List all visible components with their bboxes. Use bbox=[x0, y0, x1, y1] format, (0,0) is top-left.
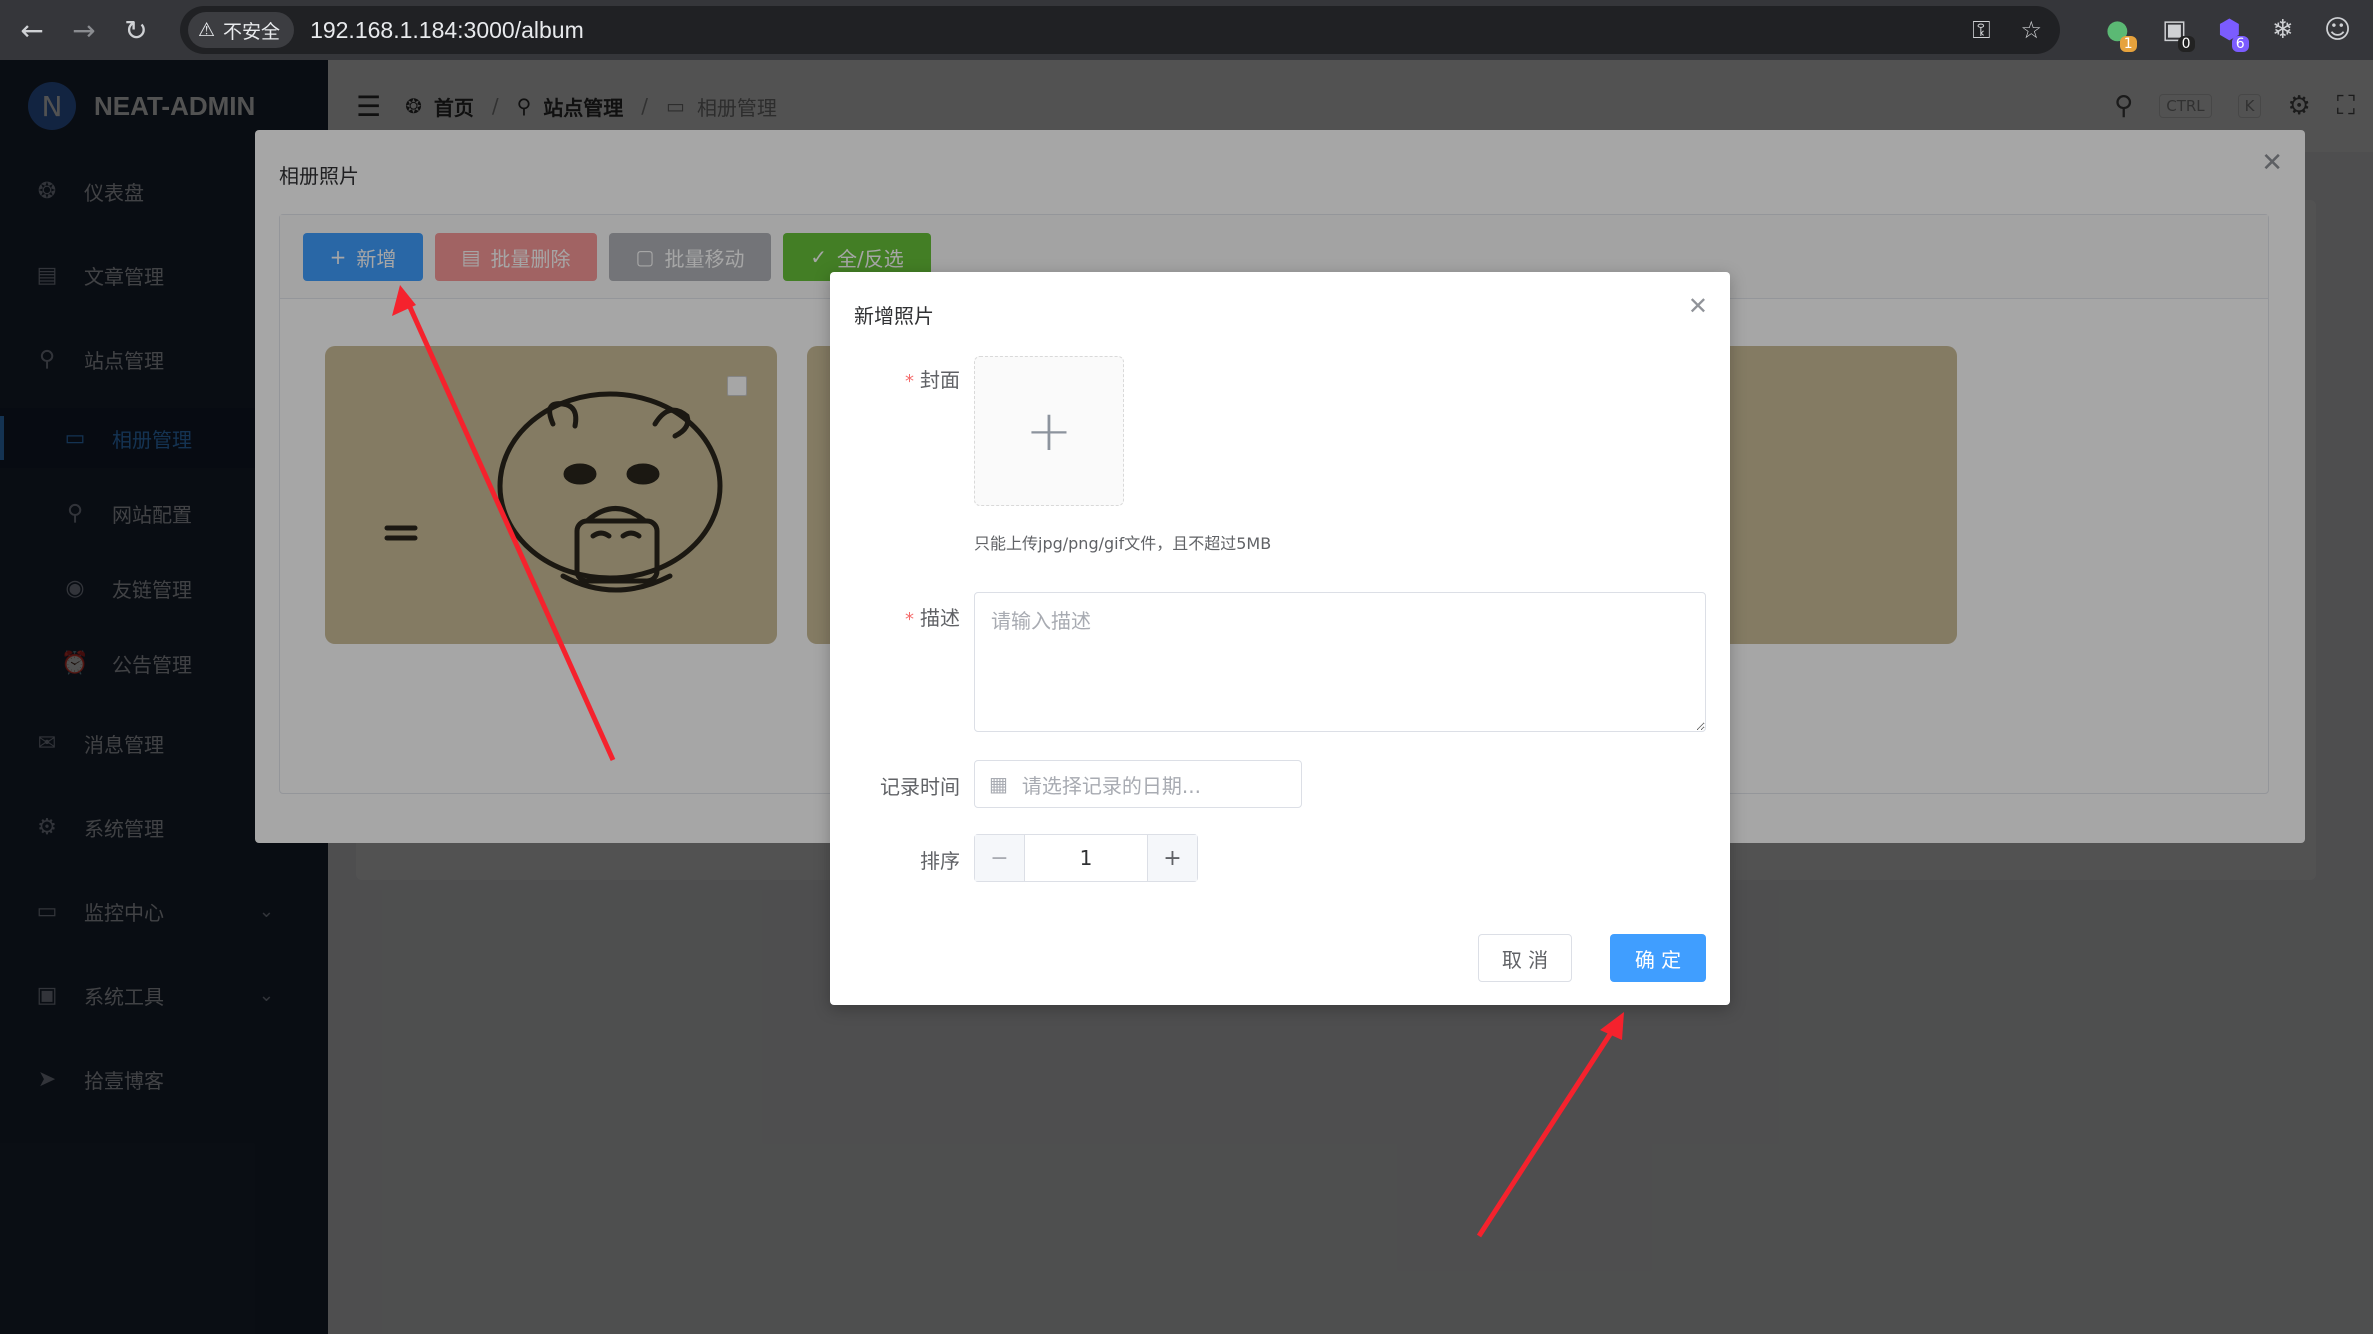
warning-icon: ⚠ bbox=[198, 19, 216, 41]
back-icon[interactable]: ← bbox=[12, 10, 52, 50]
extension-2-icon[interactable]: ▣ 0 bbox=[2162, 8, 2195, 52]
date-placeholder: 请选择记录的日期... bbox=[1021, 773, 1201, 798]
required-asterisk: * bbox=[905, 371, 914, 392]
description-label-text: 描述 bbox=[920, 606, 960, 630]
extension-badge: 1 bbox=[2119, 36, 2137, 52]
new-photo-dialog-title: 新增照片 bbox=[854, 304, 934, 328]
extension-3-icon[interactable]: ⬢ 6 bbox=[2218, 8, 2249, 52]
record-date-picker[interactable]: ▦ 请选择记录的日期... bbox=[974, 760, 1302, 808]
extension-4-icon[interactable]: ❄ bbox=[2272, 8, 2294, 52]
order-value[interactable]: 1 bbox=[1025, 846, 1147, 870]
address-bar[interactable]: ⚠ 不安全 192.168.1.184:3000/album ⚿ ☆ bbox=[180, 6, 2060, 54]
security-label: 不安全 bbox=[223, 20, 281, 43]
description-label: * 描述 bbox=[810, 602, 960, 631]
calendar-icon: ▦ bbox=[989, 772, 1008, 796]
reload-icon[interactable]: ↻ bbox=[116, 10, 156, 50]
bookmark-star-icon[interactable]: ☆ bbox=[2020, 16, 2042, 44]
new-photo-dialog: 新增照片 ✕ * 封面 + 只能上传jpg/png/gif文件，且不超过5MB *… bbox=[830, 272, 1730, 1005]
cover-label: * 封面 bbox=[810, 364, 960, 393]
confirm-button[interactable]: 确 定 bbox=[1610, 934, 1706, 982]
profile-icon[interactable]: ☺ bbox=[2324, 8, 2351, 52]
increment-button[interactable]: + bbox=[1147, 835, 1197, 881]
record-time-label: 记录时间 bbox=[880, 775, 960, 799]
cover-label-text: 封面 bbox=[920, 368, 960, 392]
order-stepper: − 1 + bbox=[974, 834, 1198, 882]
extension-badge: 0 bbox=[2177, 36, 2195, 52]
url-text[interactable]: 192.168.1.184:3000/album bbox=[310, 17, 584, 44]
forward-icon[interactable]: → bbox=[64, 10, 104, 50]
description-textarea[interactable] bbox=[974, 592, 1706, 732]
extension-badge: 6 bbox=[2231, 36, 2249, 52]
upload-tip: 只能上传jpg/png/gif文件，且不超过5MB bbox=[974, 534, 1272, 553]
key-icon[interactable]: ⚿ bbox=[1972, 16, 1990, 44]
decrement-button[interactable]: − bbox=[975, 835, 1025, 881]
required-asterisk: * bbox=[905, 609, 914, 630]
security-chip[interactable]: ⚠ 不安全 bbox=[188, 12, 295, 48]
browser-toolbar: ← → ↻ ⚠ 不安全 192.168.1.184:3000/album ⚿ ☆… bbox=[0, 0, 2373, 60]
cover-uploader[interactable]: + bbox=[974, 356, 1124, 506]
plus-icon: + bbox=[1025, 398, 1073, 464]
extension-1-icon[interactable]: ● 1 bbox=[2106, 8, 2137, 52]
close-icon[interactable]: ✕ bbox=[1688, 292, 1708, 320]
order-label: 排序 bbox=[920, 849, 960, 873]
cancel-button[interactable]: 取 消 bbox=[1478, 934, 1572, 982]
